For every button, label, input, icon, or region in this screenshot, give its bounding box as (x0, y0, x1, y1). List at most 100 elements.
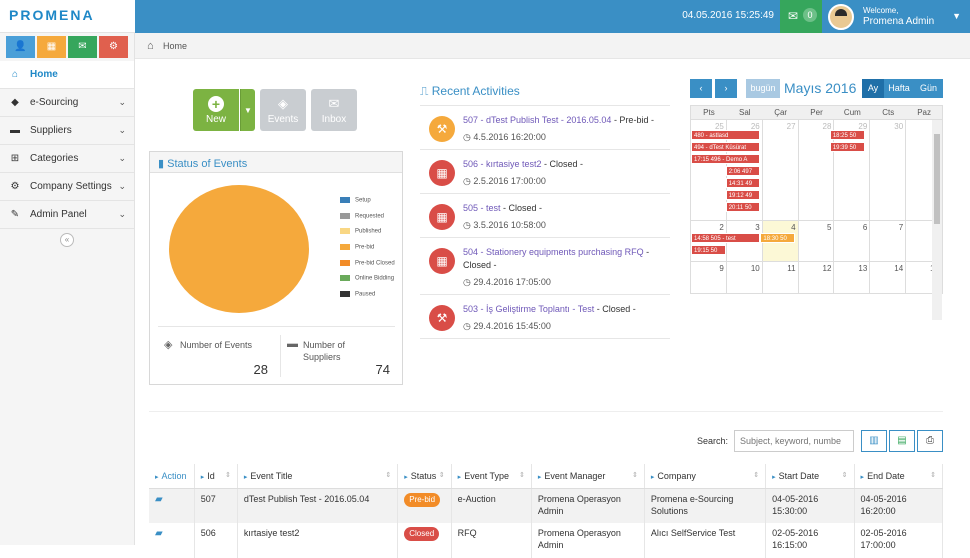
home-icon[interactable]: ⌂ (147, 40, 154, 52)
sidebar-item-admin-panel[interactable]: ✎ Admin Panel ⌄ (0, 201, 134, 229)
activity-item[interactable]: ⚒ 503 - İş Geliştirme Toplantı - Test - … (420, 295, 670, 339)
sort-icon[interactable]: ⇕ (753, 471, 759, 479)
new-button[interactable]: + New (193, 89, 239, 131)
calendar-view-week[interactable]: Hafta (884, 79, 914, 98)
sidebar-item-home[interactable]: ⌂ Home (0, 61, 134, 89)
activity-title[interactable]: 507 - dTest Publish Test - 2016.05.04 (463, 115, 611, 125)
column-header[interactable]: ▸ Id ⇕ (194, 464, 238, 489)
user-menu[interactable]: Welcome, Promena Admin ▼ (822, 0, 970, 33)
calendar-weekday-header: Pts Sal Çar Per Cum Cts Paz (691, 106, 942, 120)
activities-title: Recent Activities (431, 84, 520, 98)
column-header[interactable]: ▸ Start Date ⇕ (765, 464, 855, 489)
column-header[interactable]: ▸ End Date ⇕ (854, 464, 944, 489)
folder-open-icon[interactable]: ▰ (155, 494, 163, 505)
sort-icon[interactable]: ⇕ (519, 471, 525, 479)
column-header[interactable]: ▸ Status ⇕ (397, 464, 452, 489)
activity-title[interactable]: 503 - İş Geliştirme Toplantı - Test (463, 304, 594, 314)
calendar-day-cell[interactable]: 14 (870, 262, 907, 293)
calendar-day-cell[interactable]: 5 (799, 221, 835, 261)
sort-icon[interactable]: ⇕ (930, 471, 936, 479)
activity-item[interactable]: ▦ 505 - test - Closed - ◷ 3.5.2016 10:58… (420, 194, 670, 238)
sidebar-item-label: e-Sourcing (30, 97, 79, 108)
number-of-suppliers-stat: ▬ Number of Suppliers 74 (280, 335, 395, 377)
calendar-week: 9101112131415 (691, 262, 943, 293)
activity-item[interactable]: ⚒ 507 - dTest Publish Test - 2016.05.04 … (420, 106, 670, 150)
columns-icon[interactable]: ▥ (861, 430, 887, 452)
calendar-day-cell[interactable]: 27 (763, 120, 799, 220)
new-dropdown-toggle[interactable]: ▼ (240, 89, 255, 131)
calendar-day-cell[interactable]: 11 (763, 262, 799, 293)
title-cell[interactable]: dTest Publish Test - 2016.05.04 (237, 488, 399, 523)
calendar-day-cell[interactable]: 10 (727, 262, 763, 293)
activity-item[interactable]: ▦ 504 - Stationery equipments purchasing… (420, 238, 670, 295)
calendar-event[interactable]: 18:25 50 (829, 130, 865, 140)
calendar-scrollbar[interactable] (932, 120, 942, 320)
sort-icon[interactable]: ⇕ (842, 471, 848, 479)
sidebar-item-e-sourcing[interactable]: ◆ e-Sourcing ⌄ (0, 89, 134, 117)
calendar-event[interactable]: 19:12 49 (725, 190, 761, 200)
legend-item: Online Bidding (340, 275, 395, 291)
calendar-next-button[interactable]: › (715, 79, 737, 98)
sort-icon[interactable]: ⇕ (385, 471, 391, 479)
grid-icon: ▦ (429, 160, 455, 186)
legend-item: Pre-bid (340, 244, 395, 260)
recent-activities: ⎍ Recent Activities ⚒ 507 - dTest Publis… (420, 84, 670, 339)
calendar-event[interactable]: 18:30 50 (760, 233, 796, 243)
calendar-day-cell[interactable]: 6 (834, 221, 871, 261)
calendar-event[interactable]: 14:58 505 - test (691, 233, 761, 243)
collapse-sidebar-button[interactable]: « (60, 233, 74, 247)
calendar-view-month[interactable]: Ay (862, 79, 884, 98)
calendar-event[interactable]: 480 - astlasd (691, 130, 761, 140)
inbox-button[interactable]: ✉ Inbox (311, 89, 357, 131)
calendar-event[interactable]: 17:15 496 - Demo A (691, 154, 761, 164)
calendar-event[interactable]: 19:15 50 (691, 245, 726, 255)
column-header[interactable]: ▸ Action (149, 464, 195, 489)
excel-icon[interactable]: ▤ (889, 430, 915, 452)
calendar-day-cell[interactable]: 9 (691, 262, 727, 293)
sort-icon[interactable]: ⇕ (632, 471, 638, 479)
activity-title[interactable]: 505 - test (463, 203, 501, 213)
calendar-event[interactable]: 2:06 497 (725, 166, 761, 176)
column-label: Id (207, 470, 215, 481)
search-input[interactable] (734, 430, 854, 452)
sort-icon[interactable]: ⇕ (225, 471, 231, 479)
messages-button[interactable]: ✉ 0 (780, 0, 822, 33)
calendar-icon[interactable]: ▦ (37, 36, 66, 58)
calendar-day-cell[interactable]: 7 (870, 221, 907, 261)
column-header[interactable]: ▸ Company ⇕ (644, 464, 767, 489)
breadcrumb-home[interactable]: Home (163, 41, 187, 51)
calendar-event[interactable]: 20:11 50 (725, 202, 761, 212)
calendar-event[interactable]: 14:31 49 (725, 178, 761, 188)
promena-logo[interactable]: PROMENA (9, 7, 95, 23)
mail-count-badge: 0 (803, 8, 817, 22)
calendar-day-cell[interactable]: 13 (834, 262, 871, 293)
calendar-prev-button[interactable]: ‹ (690, 79, 712, 98)
table-row[interactable]: ▰ 506 kırtasiye test2 Closed RFQ Promena… (149, 523, 944, 558)
calendar-today-button[interactable]: bugün (746, 79, 780, 98)
column-header[interactable]: ▸ Event Manager ⇕ (531, 464, 645, 489)
events-button[interactable]: ◈ Events (260, 89, 306, 131)
sidebar-item-company-settings[interactable]: ⚙ Company Settings ⌄ (0, 173, 134, 201)
sort-icon[interactable]: ⇕ (439, 471, 445, 479)
calendar-view-day[interactable]: Gün (914, 79, 943, 98)
folder-open-icon[interactable]: ▰ (155, 528, 163, 539)
calendar-event[interactable]: 494 - dTest Küsürat (691, 142, 761, 152)
print-icon[interactable]: ⎙ (917, 430, 943, 452)
calendar-day-cell[interactable]: 12 (799, 262, 835, 293)
sidebar-item-categories[interactable]: ⊞ Categories ⌄ (0, 145, 134, 173)
weekday-label: Per (810, 108, 823, 117)
activity-item[interactable]: ▦ 506 - kırtasiye test2 - Closed - ◷ 2.5… (420, 150, 670, 194)
day-number: 4 (791, 223, 796, 232)
calendar-event[interactable]: 19:39 50 (829, 142, 865, 152)
calendar-day-cell[interactable]: 30 (870, 120, 907, 220)
activity-title[interactable]: 504 - Stationery equipments purchasing R… (463, 247, 644, 257)
sidebar-item-suppliers[interactable]: ▬ Suppliers ⌄ (0, 117, 134, 145)
table-row[interactable]: ▰ 507 dTest Publish Test - 2016.05.04 Pr… (149, 488, 944, 523)
mail-icon[interactable]: ✉ (68, 36, 97, 58)
cogs-icon[interactable]: ⚙ (99, 36, 128, 58)
column-header[interactable]: ▸ Event Title ⇕ (237, 464, 399, 489)
activity-title[interactable]: 506 - kırtasiye test2 (463, 159, 542, 169)
column-header[interactable]: ▸ Event Type ⇕ (451, 464, 532, 489)
user-icon[interactable]: 👤 (6, 36, 35, 58)
title-cell[interactable]: kırtasiye test2 (237, 523, 399, 558)
